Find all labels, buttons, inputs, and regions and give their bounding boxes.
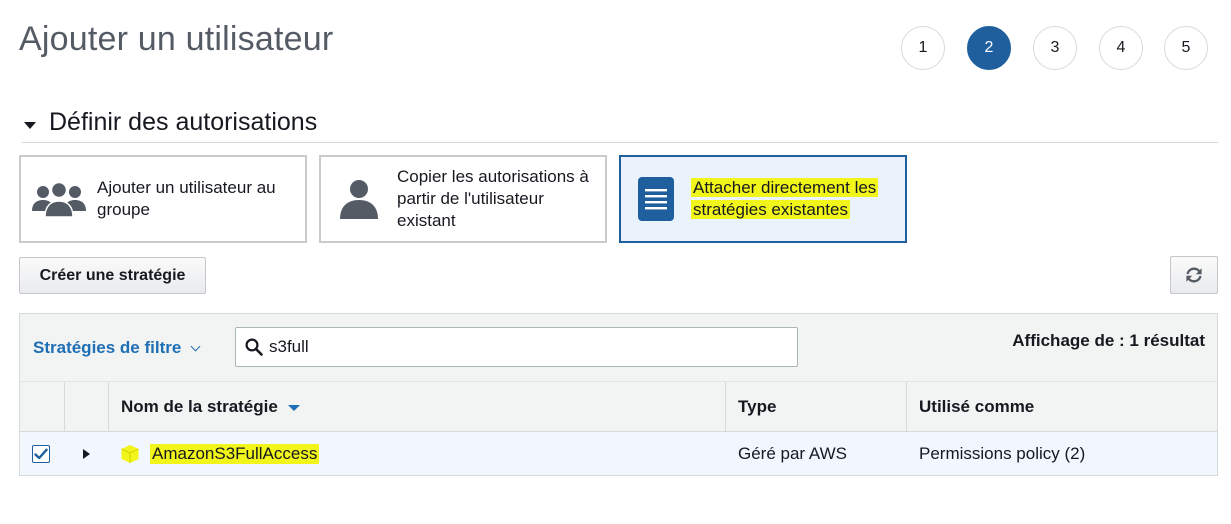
option-add-to-group[interactable]: Ajouter un utilisateur au groupe (19, 155, 307, 243)
page-title: Ajouter un utilisateur (19, 20, 334, 58)
policy-name-link[interactable]: AmazonS3FullAccess (150, 443, 320, 464)
header-select-cell (20, 382, 65, 432)
option-copy-permissions[interactable]: Copier les autorisations à partir de l'u… (319, 155, 607, 243)
refresh-button[interactable] (1170, 256, 1218, 294)
highlighted-label: Attacher directement les stratégies exis… (691, 178, 879, 219)
option-attach-policies[interactable]: Attacher directement les stratégies exis… (619, 155, 907, 243)
step-4[interactable]: 4 (1099, 26, 1143, 70)
search-box (235, 327, 798, 367)
row-select-cell (32, 432, 50, 475)
row-name-cell: AmazonS3FullAccess (120, 432, 320, 475)
row-expand-cell (83, 432, 90, 475)
column-header-type[interactable]: Type (726, 382, 907, 432)
create-policy-button[interactable]: Créer une stratégie (19, 257, 206, 294)
row-checkbox[interactable] (32, 444, 50, 463)
step-1[interactable]: 1 (901, 26, 945, 70)
filter-label: Stratégies de filtre (33, 338, 182, 357)
table-header: Nom de la stratégie Type Utilisé comme (20, 382, 1217, 432)
policies-table: Stratégies de filtre Affichage de : 1 ré… (19, 313, 1218, 476)
table-row[interactable]: AmazonS3FullAccess Géré par AWS Permissi… (20, 432, 1217, 475)
filter-dropdown[interactable]: Stratégies de filtre (33, 338, 201, 358)
row-used-as-cell: Permissions policy (2) (919, 443, 1086, 463)
caret-down-icon (24, 122, 36, 129)
step-5[interactable]: 5 (1164, 26, 1208, 70)
step-2-active[interactable]: 2 (967, 26, 1011, 70)
column-header-name-label: Nom de la stratégie (121, 397, 278, 416)
header-expand-cell (65, 382, 109, 432)
permissions-section-header[interactable]: Définir des autorisations (22, 108, 1218, 143)
table-toolbar: Stratégies de filtre Affichage de : 1 ré… (20, 314, 1217, 382)
section-title: Définir des autorisations (49, 108, 318, 136)
refresh-icon (1184, 265, 1204, 285)
search-icon (245, 338, 263, 356)
option-label: Ajouter un utilisateur au groupe (97, 178, 276, 219)
result-count: Affichage de : 1 résultat (1012, 331, 1205, 350)
sort-desc-icon[interactable] (287, 405, 300, 411)
policy-cube-icon (120, 444, 140, 464)
step-3[interactable]: 3 (1033, 26, 1077, 70)
option-label: Attacher directement les stratégies exis… (691, 177, 901, 221)
chevron-down-icon (190, 341, 201, 352)
option-label: Copier les autorisations à partir de l'u… (397, 167, 589, 230)
document-icon (621, 169, 691, 229)
expand-arrow-icon[interactable] (83, 448, 90, 459)
search-input[interactable] (269, 337, 769, 357)
column-header-used-as[interactable]: Utilisé comme (907, 382, 1217, 432)
row-type-cell: Géré par AWS (738, 443, 847, 463)
user-icon (321, 169, 397, 229)
column-header-name[interactable]: Nom de la stratégie (109, 382, 726, 432)
checkmark-icon (34, 448, 48, 459)
user-group-icon (21, 169, 97, 229)
